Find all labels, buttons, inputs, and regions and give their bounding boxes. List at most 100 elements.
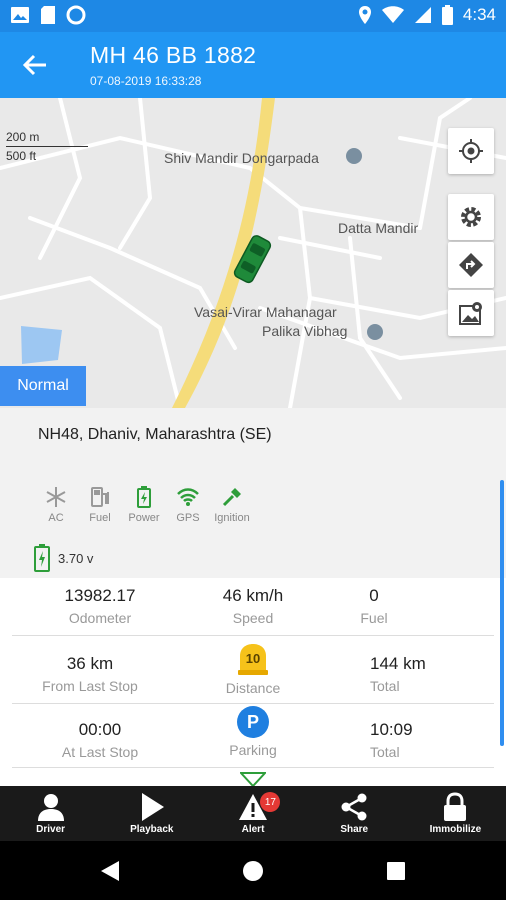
status-icons: AC Fuel Power GPS Ignition [34, 486, 254, 524]
battery-voltage: 3.70 v [34, 544, 93, 572]
divider [12, 635, 494, 636]
bottom-nav: Driver Playback 17 Alert Share Immobiliz… [0, 786, 506, 841]
stat-label: Speed [232, 610, 274, 626]
stat-label: Parking [229, 742, 277, 758]
place-marker-icon [367, 324, 383, 340]
status-label: Power [128, 512, 160, 524]
stat-value: 144 km [370, 654, 426, 673]
vehicle-number: MH 46 BB 1882 [90, 42, 257, 68]
status-ac: AC [34, 486, 78, 524]
current-address: NH48, Dhaniv, Maharashtra (SE) [38, 426, 272, 443]
app-bar: MH 46 BB 1882 07-08-2019 16:33:28 [0, 32, 506, 98]
scale-imperial: 500 ft [6, 149, 37, 163]
speed-stat: 46 km/h Speed [193, 586, 313, 626]
map-label: Palika Vibhag [262, 323, 348, 339]
nav-label: Playback [130, 824, 174, 835]
share-icon [341, 793, 367, 821]
clock: 4:34 [462, 5, 496, 24]
from-last-stop-stat: 36 km From Last Stop [20, 654, 160, 694]
nav-label: Driver [36, 824, 66, 835]
stat-value: 0 [369, 586, 379, 605]
stat-value: 00:00 [78, 720, 122, 739]
fuel-stat: 0 Fuel [342, 586, 406, 626]
vehicle-info-panel: NH48, Dhaniv, Maharashtra (SE) AC Fuel P… [0, 408, 506, 786]
nav-immobilize[interactable]: Immobilize [405, 786, 506, 841]
nav-label: Alert [241, 824, 265, 835]
play-icon [141, 793, 164, 821]
stat-label: From Last Stop [42, 678, 138, 694]
settings-button[interactable] [448, 194, 494, 240]
fuel-pump-icon [91, 487, 109, 507]
nav-label: Immobilize [429, 824, 482, 835]
recents-square-icon[interactable] [386, 861, 406, 881]
parking-stat: P Parking [213, 706, 293, 758]
crosshair-icon [459, 139, 483, 163]
distance-badge-value: 10 [245, 651, 261, 666]
stat-label: Total [370, 744, 400, 760]
map-pin-icon [459, 302, 482, 325]
total-distance-stat: 144 km Total [342, 654, 458, 694]
place-marker-icon [346, 148, 362, 164]
trip-stats: 13982.17 Odometer 46 km/h Speed 0 Fuel 3… [0, 578, 506, 786]
odometer-stat: 13982.17 Odometer [40, 586, 160, 626]
scale-metric: 200 m [6, 130, 40, 144]
status-bar: 4:34 [0, 0, 506, 32]
lock-icon [444, 792, 467, 821]
directions-button[interactable] [448, 242, 494, 288]
map-mode-button[interactable]: Normal [0, 366, 86, 406]
stat-value: 10:09 [370, 720, 413, 739]
nav-label: Share [340, 824, 369, 835]
status-fuel: Fuel [78, 486, 122, 524]
map-view[interactable]: 200 m 500 ft Shiv Mandir Dongarpada Datt… [0, 98, 506, 408]
home-circle-icon[interactable] [242, 860, 264, 882]
nav-playback[interactable]: Playback [101, 786, 202, 841]
image-icon [11, 7, 29, 23]
total-time-stat: 10:09 Total [342, 720, 458, 760]
divider [12, 767, 494, 768]
location-icon [358, 6, 371, 24]
map-label: Vasai-Virar Mahanagar [194, 304, 337, 320]
distance-stat: 10 Distance [213, 642, 293, 696]
nav-alert[interactable]: 17 Alert [202, 786, 303, 841]
alert-count-badge: 17 [260, 792, 281, 812]
status-label: Ignition [214, 512, 250, 524]
battery-status-icon [441, 5, 453, 25]
stat-value: 13982.17 [64, 586, 136, 605]
nav-driver[interactable]: Driver [0, 786, 101, 841]
sd-card-icon [41, 6, 55, 24]
last-update-time: 07-08-2019 16:33:28 [90, 74, 202, 88]
parking-badge-icon: P [237, 706, 269, 738]
map-label: Datta Mandir [338, 220, 419, 236]
back-arrow-icon[interactable] [20, 50, 50, 80]
key-icon [222, 488, 241, 507]
wifi-status-icon [381, 6, 404, 23]
driver-icon [37, 794, 64, 821]
map-label: Shiv Mandir Dongarpada [164, 150, 319, 166]
back-triangle-icon[interactable] [100, 860, 120, 882]
status-gps: GPS [166, 486, 210, 524]
sync-icon [66, 5, 86, 25]
system-nav-bar [0, 841, 506, 900]
vehicle-car-icon [233, 235, 272, 284]
status-ignition: Ignition [210, 486, 254, 524]
next-stat-icon [240, 772, 266, 786]
directions-icon [459, 253, 483, 277]
stat-label: Total [370, 678, 400, 694]
battery-icon [34, 544, 50, 572]
at-last-stop-stat: 00:00 At Last Stop [40, 720, 160, 760]
battery-icon [137, 486, 151, 508]
nav-share[interactable]: Share [304, 786, 405, 841]
divider [12, 703, 494, 704]
signal-icon [414, 7, 431, 23]
map-scale: 200 m 500 ft [6, 130, 88, 163]
stat-value: 36 km [66, 654, 114, 673]
status-label: GPS [176, 512, 200, 524]
map-type-button[interactable] [448, 290, 494, 336]
status-label: AC [48, 512, 64, 524]
snowflake-icon [46, 487, 66, 507]
my-location-button[interactable] [448, 128, 494, 174]
voltage-value: 3.70 v [58, 550, 94, 566]
stat-value: 46 km/h [222, 586, 284, 605]
status-power: Power [122, 486, 166, 524]
scroll-indicator[interactable] [500, 480, 504, 746]
